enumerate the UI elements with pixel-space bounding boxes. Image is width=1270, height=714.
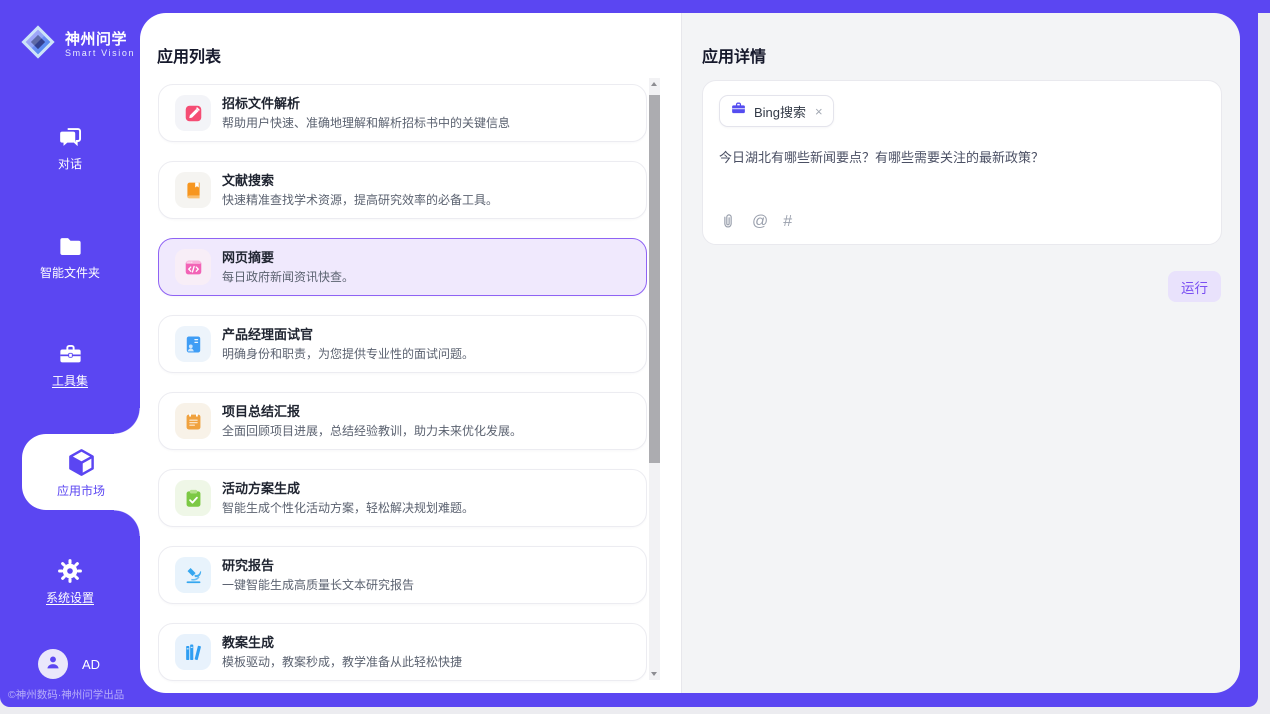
web-code-icon (175, 249, 211, 285)
app-description: 一键智能生成高质量长文本研究报告 (222, 578, 414, 592)
person-icon (44, 653, 62, 676)
app-window: 神州问学 Smart Vision 对话 智能文件夹 工具集 应用市场 系统设置… (0, 13, 1258, 707)
content-area: 应用列表 招标文件解析 帮助用户快速、准确地理解和解析招标书中的关键信息 文献搜… (140, 13, 1240, 693)
query-text[interactable]: 今日湖北有哪些新闻要点？有哪些需要关注的最新政策？ (719, 149, 1205, 167)
sidebar-item-label: 应用市场 (57, 485, 105, 498)
screen: 神州问学 Smart Vision 对话 智能文件夹 工具集 应用市场 系统设置… (0, 0, 1270, 714)
run-button[interactable]: 运行 (1168, 271, 1221, 302)
app-name: 文献搜索 (222, 173, 498, 188)
app-list-title: 应用列表 (157, 43, 221, 67)
chat-icon (57, 124, 84, 151)
app-name: 教案生成 (222, 635, 462, 650)
app-card-activity-plan[interactable]: 活动方案生成 智能生成个性化活动方案，轻松解决规划难题。 (158, 469, 647, 527)
sidebar-item-label: 智能文件夹 (40, 267, 100, 280)
sidebar-item-chat[interactable]: 对话 (0, 109, 140, 185)
scrollbar[interactable] (649, 78, 660, 680)
app-name: 产品经理面试官 (222, 327, 474, 342)
sidebar-item-toolset[interactable]: 工具集 (0, 326, 140, 402)
scrollbar-thumb[interactable] (649, 95, 660, 463)
composer-toolbar: @ # (719, 213, 792, 231)
app-card-pm-interviewer[interactable]: 产品经理面试官 明确身份和职责，为您提供专业性的面试问题。 (158, 315, 647, 373)
app-card-web-summary[interactable]: 网页摘要 每日政府新闻资讯快查。 (158, 238, 647, 296)
folder-icon (57, 233, 84, 260)
app-description: 每日政府新闻资讯快查。 (222, 270, 354, 284)
attachment-icon[interactable] (719, 213, 737, 231)
brand-subtitle: Smart Vision (65, 48, 135, 59)
tool-chip-bing-search[interactable]: Bing搜索 × (719, 95, 834, 127)
avatar[interactable] (38, 649, 68, 679)
app-card-project-summary[interactable]: 项目总结汇报 全面回顾项目进展，总结经验教训，助力未来优化发展。 (158, 392, 647, 450)
user-row[interactable]: AD (38, 649, 100, 679)
app-description: 帮助用户快速、准确地理解和解析招标书中的关键信息 (222, 116, 510, 130)
active-tab-curve-top (114, 408, 140, 434)
app-detail-panel: 应用详情 Bing搜索 × 今日湖北有哪些新闻要点？有哪些需要关注的最新政策？ … (681, 13, 1240, 693)
book-icon (175, 172, 211, 208)
gear-icon (56, 557, 84, 585)
app-description: 快速精准查找学术资源，提高研究效率的必备工具。 (222, 193, 498, 207)
briefcase-icon (730, 100, 747, 122)
microscope-icon (175, 557, 211, 593)
sidebar-item-label: 系统设置 (46, 592, 94, 605)
app-description: 模板驱动，教案秒成，教学准备从此轻松快捷 (222, 655, 462, 669)
cube-icon (66, 447, 97, 478)
app-name: 项目总结汇报 (222, 404, 522, 419)
resume-icon (175, 326, 211, 362)
notepad-icon (175, 403, 211, 439)
active-tab-curve-bottom (114, 510, 140, 536)
brand-name: 神州问学 (65, 31, 135, 48)
mention-icon[interactable]: @ (752, 213, 768, 231)
app-card-literature-search[interactable]: 文献搜索 快速精准查找学术资源，提高研究效率的必备工具。 (158, 161, 647, 219)
books-icon (175, 634, 211, 670)
app-card-lesson-plan[interactable]: 教案生成 模板驱动，教案秒成，教学准备从此轻松快捷 (158, 623, 647, 681)
brand-logo: 神州问学 Smart Vision (19, 23, 135, 66)
sidebar-item-system-settings[interactable]: 系统设置 (0, 543, 140, 619)
sidebar-item-app-market[interactable]: 应用市场 (22, 434, 140, 510)
app-card-research-report[interactable]: 研究报告 一键智能生成高质量长文本研究报告 (158, 546, 647, 604)
hash-icon[interactable]: # (783, 213, 792, 231)
toolbox-icon (57, 341, 84, 368)
sidebar-item-smart-folder[interactable]: 智能文件夹 (0, 218, 140, 294)
top-frame-bar (0, 0, 1270, 13)
chip-close-icon[interactable]: × (815, 104, 823, 119)
scroll-down-arrow[interactable] (649, 668, 660, 680)
sidebar-item-label: 对话 (58, 158, 82, 171)
app-list-panel: 应用列表 招标文件解析 帮助用户快速、准确地理解和解析招标书中的关键信息 文献搜… (140, 13, 681, 693)
diamond-logo-icon (19, 23, 57, 66)
scroll-up-arrow[interactable] (649, 78, 660, 90)
bid-document-icon (175, 95, 211, 131)
sidebar: 神州问学 Smart Vision 对话 智能文件夹 工具集 应用市场 系统设置… (0, 13, 140, 707)
app-name: 招标文件解析 (222, 96, 510, 111)
app-description: 全面回顾项目进展，总结经验教训，助力未来优化发展。 (222, 424, 522, 438)
app-items: 招标文件解析 帮助用户快速、准确地理解和解析招标书中的关键信息 文献搜索 快速精… (158, 84, 647, 693)
user-label: AD (82, 657, 100, 672)
tool-chip-label: Bing搜索 (754, 102, 806, 121)
sidebar-item-label: 工具集 (52, 375, 88, 388)
clipboard-check-icon (175, 480, 211, 516)
app-name: 研究报告 (222, 558, 414, 573)
app-detail-title: 应用详情 (702, 43, 766, 67)
app-card-bid-analysis[interactable]: 招标文件解析 帮助用户快速、准确地理解和解析招标书中的关键信息 (158, 84, 647, 142)
app-name: 活动方案生成 (222, 481, 474, 496)
copyright-footer: ©神州数码·神州问学出品 (8, 687, 124, 702)
app-description: 智能生成个性化活动方案，轻松解决规划难题。 (222, 501, 474, 515)
app-description: 明确身份和职责，为您提供专业性的面试问题。 (222, 347, 474, 361)
prompt-card[interactable]: Bing搜索 × 今日湖北有哪些新闻要点？有哪些需要关注的最新政策？ @ # (702, 80, 1222, 245)
app-name: 网页摘要 (222, 250, 354, 265)
